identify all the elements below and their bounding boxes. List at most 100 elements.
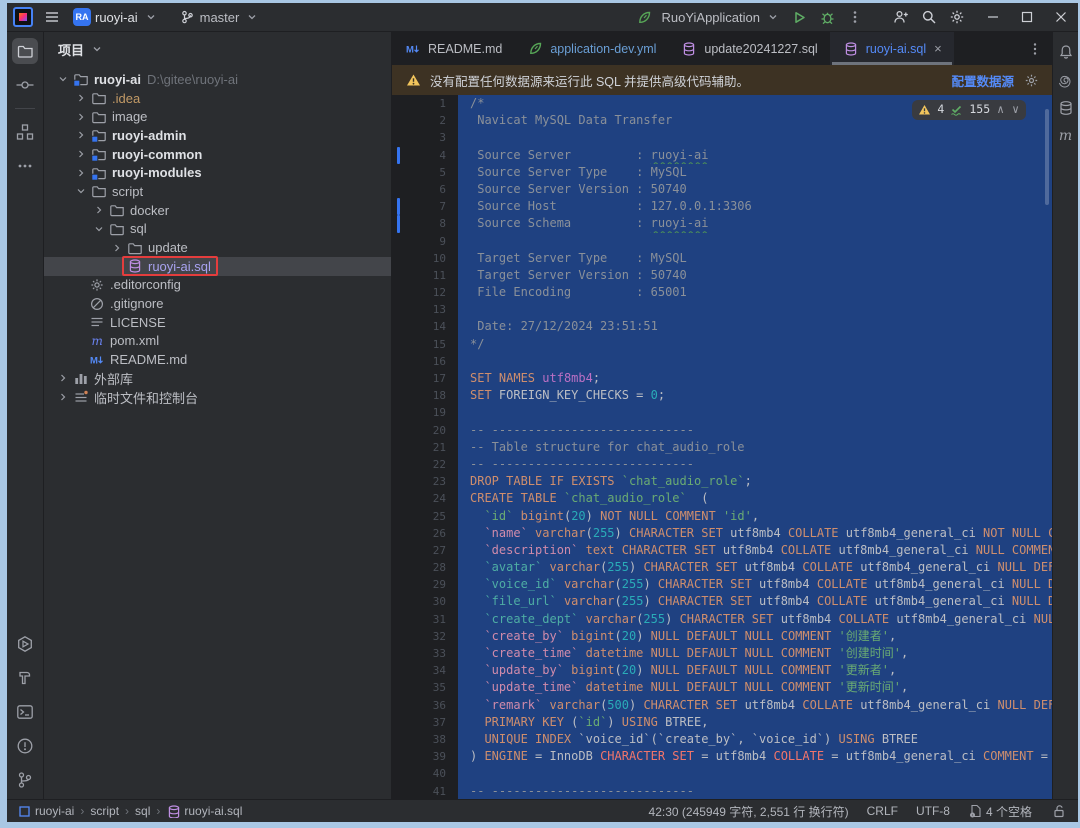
chev-closed-icon[interactable] bbox=[72, 109, 90, 125]
activity-git-branch-button[interactable] bbox=[12, 767, 38, 793]
tree-item-xxx[interactable]: 外部库 bbox=[44, 369, 391, 388]
chevron-down-icon[interactable] bbox=[88, 41, 106, 57]
chevron-down-icon bbox=[243, 9, 261, 25]
code-line: 13 bbox=[392, 301, 1052, 318]
activity-problems-button[interactable] bbox=[12, 733, 38, 759]
code-line: 31 `create_dept` varchar(255) CHARACTER … bbox=[392, 611, 1052, 628]
caret-position-widget[interactable]: 42:30 (245949 字符, 2,551 行 换行符) bbox=[649, 803, 849, 820]
tree-item-.idea[interactable]: .idea bbox=[44, 89, 391, 108]
run-button[interactable] bbox=[790, 9, 808, 25]
chev-closed-icon[interactable] bbox=[72, 165, 90, 181]
git-branch-widget[interactable]: master bbox=[172, 6, 268, 28]
warning-icon bbox=[918, 102, 931, 118]
maven-file-icon: m bbox=[88, 333, 106, 349]
tree-item-ruoyi-common[interactable]: ruoyi-common bbox=[44, 145, 391, 164]
chev-closed-icon[interactable] bbox=[108, 240, 126, 256]
code-line: 12 File Encoding : 65001 bbox=[392, 284, 1052, 301]
editor-tab-update20241227.sql[interactable]: update20241227.sql bbox=[668, 32, 829, 65]
close-button[interactable] bbox=[1044, 3, 1078, 31]
tree-item-LICENSE[interactable]: LICENSE bbox=[44, 313, 391, 332]
ide-window: RA ruoyi-ai master RuoYiApplication bbox=[7, 3, 1078, 822]
tree-item-xxxxxxxx[interactable]: 临时文件和控制台 bbox=[44, 388, 391, 407]
tree-item-README.md[interactable]: MREADME.md bbox=[44, 350, 391, 369]
tree-item-sql[interactable]: sql bbox=[44, 220, 391, 239]
chev-closed-icon[interactable] bbox=[90, 202, 108, 218]
folder-icon bbox=[108, 202, 126, 218]
tree-item-.editorconfig[interactable]: .editorconfig bbox=[44, 276, 391, 295]
breadcrumb-item[interactable]: ruoyi-ai bbox=[17, 803, 74, 819]
tree-item-label: .gitignore bbox=[110, 296, 163, 311]
code-line: 23DROP TABLE IF EXISTS `chat_audio_role`… bbox=[392, 473, 1052, 490]
tab-options-kebab-icon[interactable] bbox=[1026, 41, 1044, 57]
chev-closed-icon[interactable] bbox=[54, 370, 72, 386]
tab-label: update20241227.sql bbox=[704, 42, 817, 56]
indent-widget[interactable]: 4 个空格 bbox=[968, 803, 1032, 820]
main-menu-hamburger-icon[interactable] bbox=[43, 9, 61, 25]
tree-item-script[interactable]: script bbox=[44, 182, 391, 201]
chev-closed-icon[interactable] bbox=[54, 389, 72, 405]
settings-button[interactable] bbox=[948, 9, 966, 25]
code-line: 18SET FOREIGN_KEY_CHECKS = 0; bbox=[392, 387, 1052, 404]
debug-button[interactable] bbox=[818, 9, 836, 25]
chev-closed-icon[interactable] bbox=[72, 90, 90, 106]
encoding-widget[interactable]: UTF-8 bbox=[916, 804, 950, 818]
tree-item-ruoyi-ai.sql[interactable]: ruoyi-ai.sql bbox=[44, 257, 391, 276]
editor-tab-ruoyi-ai.sql[interactable]: ruoyi-ai.sql× bbox=[830, 32, 954, 65]
code-line: 41-- ---------------------------- bbox=[392, 783, 1052, 800]
breadcrumb-label: ruoyi-ai bbox=[35, 804, 74, 818]
tree-item-pom.xml[interactable]: mpom.xml bbox=[44, 332, 391, 351]
breadcrumb-item[interactable]: sql bbox=[135, 804, 150, 818]
breadcrumb-item[interactable]: script bbox=[90, 804, 119, 818]
scratch-icon bbox=[72, 389, 90, 405]
tree-item-docker[interactable]: docker bbox=[44, 201, 391, 220]
db-file-icon bbox=[166, 803, 180, 819]
banner-settings-gear-icon[interactable] bbox=[1022, 72, 1040, 88]
activity-build-hammer-button[interactable] bbox=[12, 665, 38, 691]
markdown-file-icon: M bbox=[404, 41, 422, 57]
tree-item-ruoyi-admin[interactable]: ruoyi-admin bbox=[44, 126, 391, 145]
tree-item-ruoyi-ai[interactable]: ruoyi-aiD:\gitee\ruoyi-ai bbox=[44, 70, 391, 89]
tree-item-label: 临时文件和控制台 bbox=[94, 388, 198, 407]
tab-label: README.md bbox=[428, 42, 502, 56]
lock-open-icon[interactable] bbox=[1050, 803, 1068, 819]
code-line: 19 bbox=[392, 404, 1052, 421]
tree-item-ruoyi-modules[interactable]: ruoyi-modules bbox=[44, 163, 391, 182]
minimize-button[interactable] bbox=[976, 3, 1010, 31]
activity-services-button[interactable] bbox=[12, 631, 38, 657]
more-run-actions-button[interactable] bbox=[846, 9, 864, 25]
chev-closed-icon[interactable] bbox=[72, 146, 90, 162]
tree-item-label: LICENSE bbox=[110, 315, 166, 330]
editor-scrollbar[interactable] bbox=[1045, 109, 1049, 205]
run-configuration-selector[interactable]: RuoYiApplication bbox=[655, 6, 788, 28]
code-with-me-button[interactable] bbox=[892, 9, 910, 25]
breadcrumb-item[interactable]: ruoyi-ai.sql bbox=[166, 803, 242, 819]
configure-datasource-link[interactable]: 配置数据源 bbox=[951, 71, 1014, 90]
chev-open-icon[interactable] bbox=[72, 183, 90, 199]
editor-tab-application-dev.yml[interactable]: application-dev.yml bbox=[514, 32, 668, 65]
maven-tool-icon[interactable]: m bbox=[1057, 128, 1075, 144]
line-ending-widget[interactable]: CRLF bbox=[867, 804, 898, 818]
maximize-button[interactable] bbox=[1010, 3, 1044, 31]
code-editor[interactable]: 4 155 ∧∨ 1/*2 Navicat MySQL Data Transfe… bbox=[392, 95, 1052, 799]
activity-terminal-button[interactable] bbox=[12, 699, 38, 725]
svg-text:M: M bbox=[90, 355, 98, 366]
chev-open-icon[interactable] bbox=[54, 71, 72, 87]
chev-open-icon[interactable] bbox=[90, 221, 108, 237]
inspections-widget[interactable]: 4 155 ∧∨ bbox=[912, 100, 1026, 120]
database-tool-icon[interactable] bbox=[1057, 100, 1075, 116]
activity-structure-button[interactable] bbox=[12, 119, 38, 145]
activity-more-button[interactable] bbox=[12, 153, 38, 179]
typo-check-icon bbox=[950, 102, 963, 118]
activity-project-folder-button[interactable] bbox=[12, 38, 38, 64]
tree-item-image[interactable]: image bbox=[44, 107, 391, 126]
chev-closed-icon[interactable] bbox=[72, 127, 90, 143]
tree-item-update[interactable]: update bbox=[44, 238, 391, 257]
tree-item-.gitignore[interactable]: .gitignore bbox=[44, 294, 391, 313]
search-everywhere-button[interactable] bbox=[920, 9, 938, 25]
notifications-bell-icon[interactable] bbox=[1057, 44, 1075, 60]
tab-close-icon[interactable]: × bbox=[934, 41, 942, 56]
project-widget[interactable]: RA ruoyi-ai bbox=[67, 5, 166, 29]
activity-commit-button[interactable] bbox=[12, 72, 38, 98]
ai-assistant-icon[interactable] bbox=[1057, 72, 1075, 88]
editor-tab-README.md[interactable]: M README.md bbox=[392, 32, 514, 65]
